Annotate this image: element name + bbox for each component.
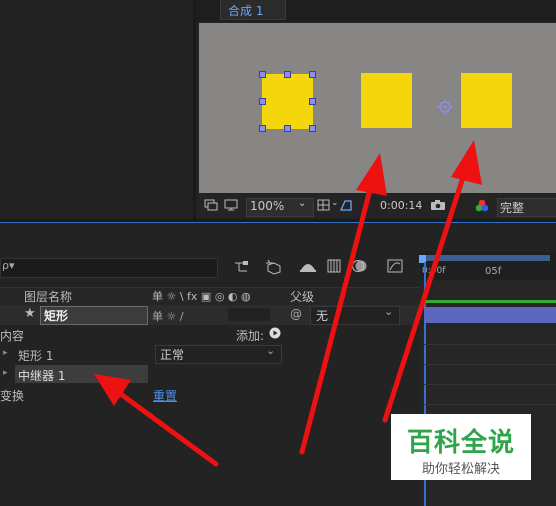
repeater-item[interactable]: 中继器 1	[18, 367, 65, 384]
selection-handle[interactable]	[259, 98, 266, 105]
motion-blur-icon[interactable]	[352, 258, 368, 274]
selection-handle[interactable]	[259, 125, 266, 132]
shy-layers-icon[interactable]	[298, 258, 318, 274]
add-label: 添加:	[236, 329, 265, 343]
expand-arrow-icon[interactable]: ▸	[3, 348, 8, 358]
switches-column-header[interactable]: 单 ☼ \ fx ▣ ◎ ◐ ◍	[152, 288, 251, 304]
expand-arrow-icon[interactable]: ▸	[3, 368, 8, 378]
monitor-icon[interactable]	[224, 199, 238, 211]
rectangle-group[interactable]: 矩形 1	[18, 347, 53, 364]
selection-handle[interactable]	[309, 71, 316, 78]
selection-handle[interactable]	[284, 125, 291, 132]
selection-handle[interactable]	[284, 71, 291, 78]
selection-handle[interactable]	[309, 125, 316, 132]
chevron-down-icon: ⌄	[298, 198, 307, 209]
frame-blending-icon[interactable]	[326, 258, 342, 274]
pickwhip-icon[interactable]: @	[290, 307, 302, 321]
collapse-switch-icon[interactable]: ☼	[167, 310, 177, 323]
layer-switch-boxes[interactable]	[228, 308, 270, 321]
comp-flowchart-icon[interactable]	[233, 259, 251, 275]
row-divider	[424, 384, 556, 385]
row-divider	[424, 344, 556, 345]
layer-search-input[interactable]	[0, 258, 218, 278]
yellow-square-copy[interactable]	[361, 73, 412, 128]
transform-group[interactable]: 变换	[0, 387, 24, 404]
watermark-title: 百科全说	[406, 428, 515, 458]
chevron-down-icon: ⌄	[384, 305, 394, 318]
shy-switch-icon[interactable]: 单	[152, 310, 163, 323]
reset-link[interactable]: 重置	[153, 387, 177, 404]
panel-separator[interactable]	[193, 0, 196, 220]
selection-handle[interactable]	[259, 71, 266, 78]
comp-tab-label: 合成 1	[228, 4, 264, 18]
color-channels-icon[interactable]	[474, 198, 490, 213]
resolution-value: 完整	[500, 201, 525, 215]
add-play-icon[interactable]	[269, 327, 281, 339]
timecode-display[interactable]: 0:00:14	[380, 199, 422, 212]
layer-duration-bar[interactable]	[424, 307, 556, 323]
row-divider	[424, 364, 556, 365]
snapshot-icon[interactable]	[204, 199, 218, 211]
selection-handle[interactable]	[309, 98, 316, 105]
work-area-bar[interactable]	[425, 255, 550, 261]
parent-value: 无	[316, 309, 329, 323]
zoom-value: 100%	[250, 199, 285, 213]
layer-name: 矩形	[44, 309, 69, 323]
watermark-subtitle: 助你轻松解决	[421, 462, 500, 477]
ruler-mid-label: 05f	[485, 266, 502, 277]
mask-toggle-icon[interactable]	[339, 198, 353, 212]
camera-icon[interactable]	[430, 199, 446, 211]
yellow-square-copy[interactable]	[461, 73, 512, 128]
chevron-down-icon: ⌄	[331, 198, 339, 208]
yellow-square-selected[interactable]	[262, 74, 313, 129]
contents-group[interactable]: 内容	[0, 327, 24, 344]
project-panel	[0, 0, 196, 220]
blend-mode-value: 正常	[160, 348, 185, 362]
graph-editor-icon[interactable]	[386, 258, 404, 274]
render-preview-bar	[424, 300, 556, 303]
layer-switches[interactable]: 单 ☼ /	[152, 308, 184, 324]
row-divider	[424, 404, 556, 405]
active-panel-highlight	[0, 222, 556, 223]
layer-name-column-header[interactable]: 图层名称	[24, 288, 72, 305]
chevron-down-icon: ⌄	[266, 344, 276, 357]
anchor-point-icon[interactable]	[437, 99, 453, 115]
search-icon: ρ▾	[2, 259, 15, 272]
quality-switch-icon[interactable]: /	[180, 310, 184, 323]
draft-3d-icon[interactable]	[264, 257, 284, 275]
parent-column-header[interactable]: 父级	[290, 288, 314, 305]
fit-grid-icon[interactable]	[317, 199, 331, 212]
star-icon: ★	[24, 306, 36, 321]
